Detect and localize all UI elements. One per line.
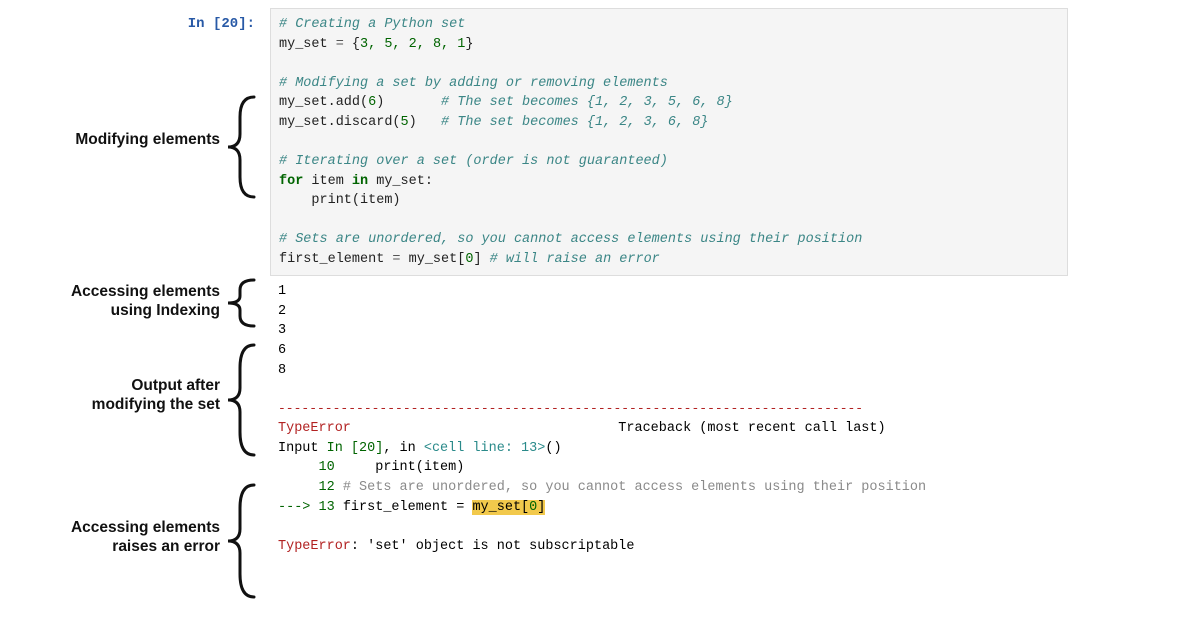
tb-lineno: 13 [319, 500, 335, 515]
tb-lineno: 10 [278, 460, 335, 475]
traceback-divider: ----------------------------------------… [278, 401, 863, 416]
annotation-line: Accessing elements [71, 283, 220, 300]
tb-token: <cell line: 13> [424, 441, 546, 456]
code-token: for [279, 174, 303, 189]
tb-arrow: ---> [278, 500, 319, 515]
error-highlight: my_set[0] [472, 500, 545, 515]
output-line: 8 [278, 363, 286, 378]
error-name: TypeError [278, 539, 351, 554]
annotation-line: Output after [131, 377, 220, 394]
code-token: print(item) [279, 193, 401, 208]
output-cell: 1 2 3 6 8 ------------------------------… [270, 276, 1066, 562]
brace-icon [224, 480, 264, 602]
notebook-column: In [20]: # Creating a Python set my_set … [270, 8, 1200, 562]
code-token: # The set becomes {1, 2, 3, 5, 6, 8} [441, 95, 733, 110]
annotation-output: Output after modifying the set [92, 376, 220, 415]
annotation-line: Accessing elements [71, 519, 220, 536]
tb-token: # Sets are unordered, so you cannot acce… [335, 480, 926, 495]
code-cell[interactable]: # Creating a Python set my_set = {3, 5, … [270, 8, 1068, 276]
code-line: # Sets are unordered, so you cannot acce… [279, 232, 862, 247]
tb-lineno: 12 [278, 480, 335, 495]
code-token: in [352, 174, 368, 189]
annotation-indexing: Accessing elements using Indexing [71, 282, 220, 321]
code-token: my_set.add( [279, 95, 368, 110]
tb-token: ] [537, 500, 545, 515]
code-token: = [336, 37, 344, 52]
code-token: = [392, 252, 400, 267]
output-line: 2 [278, 304, 286, 319]
tb-token: () [545, 441, 561, 456]
code-token: # will raise an error [490, 252, 660, 267]
output-line: 3 [278, 323, 286, 338]
tb-token: Input [278, 441, 327, 456]
code-token: ] [473, 252, 489, 267]
code-token: 5 [401, 115, 409, 130]
brace-icon [224, 340, 264, 460]
code-token: 3, 5, 2, 8, 1 [360, 37, 465, 52]
traceback-label: Traceback (most recent call last) [618, 421, 885, 436]
input-prompt: In [20]: [188, 16, 265, 32]
code-token: item [303, 174, 352, 189]
code-line: # Modifying a set by adding or removing … [279, 76, 668, 91]
error-name: TypeError [278, 421, 351, 436]
code-token: my_set.discard( [279, 115, 401, 130]
annotation-line: using Indexing [111, 302, 220, 319]
code-token: first_element [279, 252, 392, 267]
code-token: ) [376, 95, 441, 110]
code-token: # The set becomes {1, 2, 3, 6, 8} [441, 115, 708, 130]
annotation-line: raises an error [112, 538, 220, 555]
tb-token: first_element = [335, 500, 473, 515]
tb-token: , in [383, 441, 424, 456]
code-token: } [465, 37, 473, 52]
error-message: : 'set' object is not subscriptable [351, 539, 635, 554]
code-token: my_set[ [401, 252, 466, 267]
brace-icon [224, 276, 264, 330]
tb-token: print(item) [335, 460, 465, 475]
annotation-line: modifying the set [92, 396, 220, 413]
code-token: ) [409, 115, 441, 130]
code-line: # Creating a Python set [279, 17, 465, 32]
output-line: 1 [278, 284, 286, 299]
code-token: { [344, 37, 360, 52]
code-line: # Iterating over a set (order is not gua… [279, 154, 668, 169]
output-line: 6 [278, 343, 286, 358]
code-token: my_set: [368, 174, 433, 189]
tb-token: In [20] [327, 441, 384, 456]
annotation-error: Accessing elements raises an error [71, 518, 220, 557]
code-token: my_set [279, 37, 336, 52]
tb-token: my_set[ [472, 500, 529, 515]
